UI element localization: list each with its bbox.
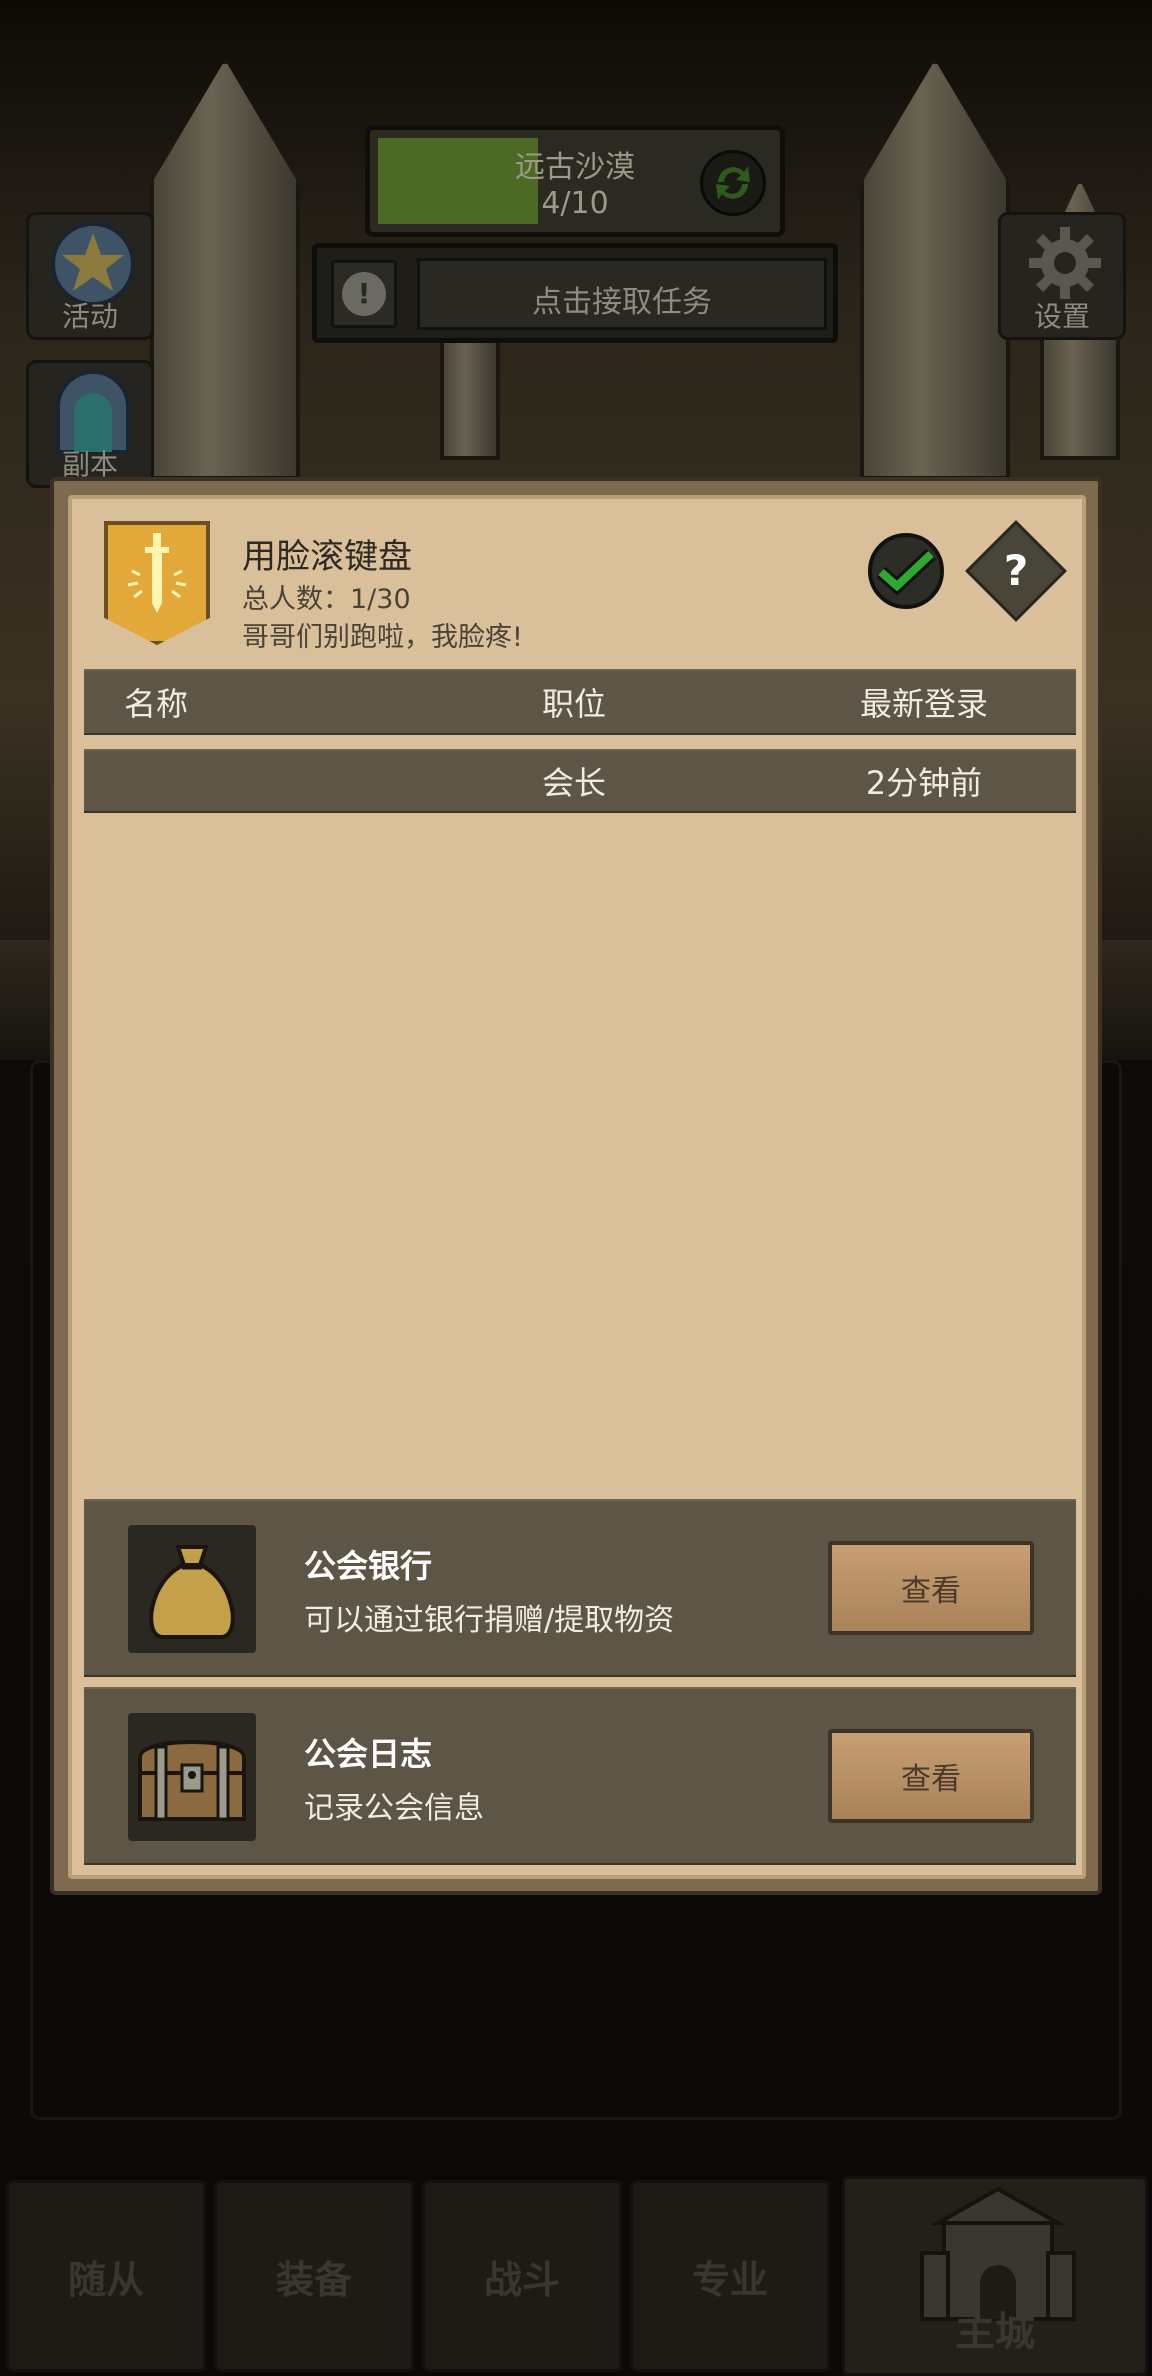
guild-bank-panel: 公会银行 可以通过银行捐赠/提取物资 查看 xyxy=(84,1499,1076,1677)
guild-motto: 哥哥们别跑啦，我脸疼! xyxy=(242,622,523,653)
settings-button[interactable]: 设置 xyxy=(998,212,1126,340)
checkmark-icon xyxy=(876,548,936,596)
tab-equipment[interactable]: 装备 xyxy=(214,2180,414,2372)
guild-log-desc: 记录公会信息 xyxy=(304,1791,484,1826)
tab-profession[interactable]: 专业 xyxy=(630,2180,830,2372)
gear-icon xyxy=(1029,227,1101,299)
tab-followers[interactable]: 随从 xyxy=(6,2180,206,2372)
task-alert-icon: ! xyxy=(331,260,397,328)
stone-pillar xyxy=(860,60,1010,480)
guild-log-title: 公会日志 xyxy=(304,1735,433,1773)
stone-pillar xyxy=(150,60,300,480)
refresh-icon xyxy=(716,166,750,200)
table-row[interactable]: 会长 2分钟前 xyxy=(84,749,1076,813)
sword-emblem-icon xyxy=(127,533,187,613)
guild-name: 用脸滚键盘 xyxy=(242,537,412,577)
activity-label: 活动 xyxy=(61,300,118,333)
log-icon-frame xyxy=(128,1713,256,1841)
header-role: 职位 xyxy=(541,685,606,723)
guild-bank-title: 公会银行 xyxy=(304,1547,433,1585)
header-last-login: 最新登录 xyxy=(859,685,988,723)
help-button[interactable]: ? xyxy=(965,520,1067,622)
guild-dialog-body: 用脸滚键盘 总人数：1/30 哥哥们别跑啦，我脸疼! ? 名称 职位 最新登录 … xyxy=(68,495,1086,1879)
member-role: 会长 xyxy=(541,764,606,802)
help-icon: ? xyxy=(1003,546,1029,595)
guild-log-panel: 公会日志 记录公会信息 查看 xyxy=(84,1687,1076,1865)
guild-log-view-button[interactable]: 查看 xyxy=(828,1729,1034,1823)
members-table-header: 名称 职位 最新登录 xyxy=(84,669,1076,735)
treasure-chest-icon xyxy=(138,1740,246,1821)
tab-battle[interactable]: 战斗 xyxy=(422,2180,622,2372)
dungeon-button[interactable]: 副本 xyxy=(26,360,154,488)
confirm-button[interactable] xyxy=(868,533,944,609)
task-bar[interactable]: ! 点击接取任务 xyxy=(312,243,838,343)
guild-bank-desc: 可以通过银行捐赠/提取物资 xyxy=(304,1603,675,1638)
guild-dialog: 用脸滚键盘 总人数：1/30 哥哥们别跑啦，我脸疼! ? 名称 职位 最新登录 … xyxy=(50,477,1102,1895)
guild-badge xyxy=(104,521,210,645)
bottom-nav: 随从 装备 战斗 专业 主城 xyxy=(0,2160,1152,2376)
activity-button[interactable]: 活动 xyxy=(26,212,154,340)
guild-bank-view-button[interactable]: 查看 xyxy=(828,1541,1034,1635)
accept-task-button[interactable]: 点击接取任务 xyxy=(417,258,827,330)
bank-icon-frame xyxy=(128,1525,256,1653)
money-bag-icon xyxy=(149,1545,235,1639)
zone-progress-box: 远古沙漠 4/10 xyxy=(365,125,785,237)
guild-member-count: 总人数：1/30 xyxy=(242,584,411,615)
settings-label: 设置 xyxy=(1033,300,1090,333)
task-label: 点击接取任务 xyxy=(532,285,712,320)
main-city-label: 主城 xyxy=(955,2309,1035,2355)
tab-main-city[interactable]: 主城 xyxy=(842,2176,1148,2376)
member-last-login: 2分钟前 xyxy=(865,764,983,802)
header-name: 名称 xyxy=(124,685,189,723)
refresh-zone-button[interactable] xyxy=(700,150,766,216)
